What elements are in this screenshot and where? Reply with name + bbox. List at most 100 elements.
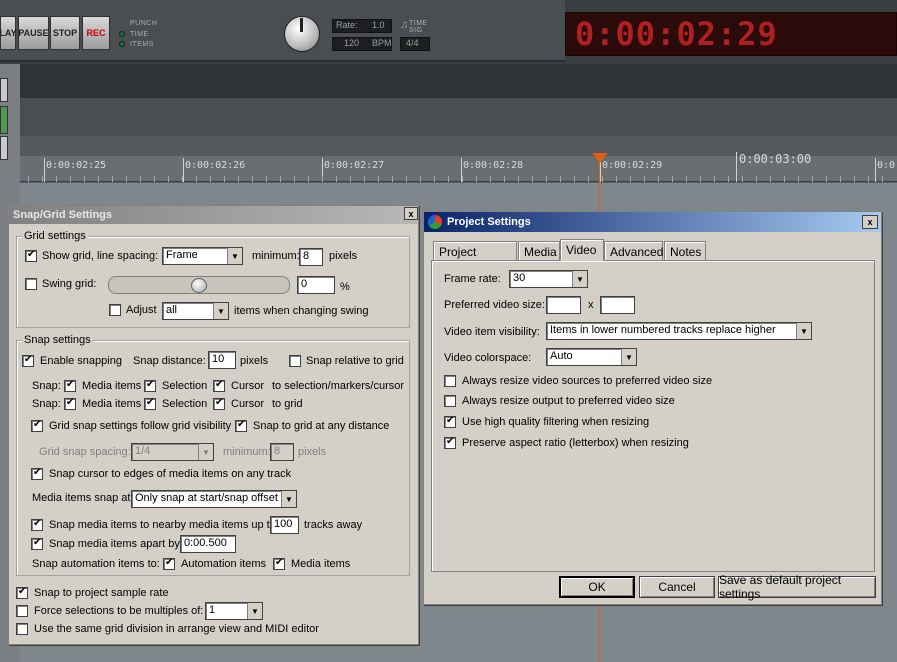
colorspace-value: Auto — [550, 350, 573, 362]
follow-visibility-checkbox[interactable] — [31, 419, 43, 432]
snap-media-grid-checkbox[interactable] — [64, 397, 76, 410]
resize-sources-checkbox[interactable] — [444, 375, 456, 387]
tab-project-settings[interactable]: Project Settings — [433, 241, 517, 273]
grid-snap-spacing-select[interactable]: 1/4 ▼ — [131, 443, 214, 461]
to-markers-label: to selection/markers/cursor — [272, 380, 405, 392]
ruler-minor-tick — [28, 176, 29, 182]
snap-cursor-edges-checkbox[interactable] — [31, 467, 43, 480]
project-dialog-close-button[interactable]: x — [862, 215, 878, 229]
cursor-label: Cursor — [231, 398, 265, 410]
force-multiples-value: 1 — [209, 604, 216, 616]
same-grid-checkbox[interactable] — [16, 623, 28, 635]
colorspace-select[interactable]: Auto ▼ — [546, 348, 637, 366]
snap-cursor-grid-checkbox[interactable] — [213, 397, 225, 410]
edit-cursor-marker[interactable] — [592, 153, 608, 163]
chevron-down-icon: ▼ — [621, 349, 636, 365]
media-snap-at-select[interactable]: Only snap at start/snap offset ▼ — [131, 490, 297, 508]
tab-media[interactable]: Media — [518, 241, 560, 261]
snap-dialog-titlebar[interactable]: Snap/Grid Settings — [9, 206, 418, 224]
chevron-down-icon: ▼ — [213, 303, 228, 319]
metronome-icon[interactable]: ♫ — [400, 19, 408, 31]
snap-selection-grid-checkbox[interactable] — [144, 397, 156, 410]
ruler-minor-tick — [364, 176, 365, 182]
snap-selection-markers-checkbox[interactable] — [144, 379, 156, 392]
adjust-checkbox[interactable] — [109, 304, 121, 316]
force-multiples-select[interactable]: 1 ▼ — [205, 602, 263, 620]
grid-snap-minimum-input[interactable]: 8 — [270, 443, 294, 461]
snap-media-markers-checkbox[interactable] — [64, 379, 76, 392]
colorspace-label: Video colorspace: — [444, 352, 532, 364]
grid-minimum-input[interactable]: 8 — [299, 248, 323, 266]
cancel-button[interactable]: Cancel — [639, 576, 715, 598]
video-width-input[interactable] — [546, 296, 581, 314]
selection-label: Selection — [162, 380, 208, 392]
snap-apart-input[interactable]: 0:00.500 — [180, 535, 236, 553]
snap-distance-input[interactable]: 10 — [208, 351, 236, 369]
show-grid-checkbox[interactable] — [25, 249, 37, 262]
ruler-tick — [44, 158, 45, 182]
nearby-tracks-input[interactable]: 100 — [270, 516, 299, 534]
ruler-minor-tick — [798, 176, 799, 182]
preserve-aspect-checkbox[interactable] — [444, 436, 456, 449]
snap-cursor-markers-checkbox[interactable] — [213, 379, 225, 392]
automation-media-checkbox[interactable] — [273, 557, 285, 570]
tab-video[interactable]: Video — [560, 239, 604, 261]
ruler-minor-tick — [476, 176, 477, 182]
snap-distance-units: pixels — [240, 355, 269, 367]
snap-settings-label: Snap settings — [22, 334, 93, 346]
resize-output-checkbox[interactable] — [444, 395, 456, 407]
snap-dialog-close-button[interactable]: x — [404, 207, 418, 220]
time-label: TIME — [130, 31, 149, 38]
adjust-select[interactable]: all ▼ — [162, 302, 229, 320]
swing-grid-label: Swing grid: — [42, 278, 97, 290]
frame-rate-value: 30 — [513, 272, 526, 284]
snap-apart-checkbox[interactable] — [31, 537, 43, 550]
enable-snapping-label: Enable snapping — [40, 355, 122, 367]
ruler-label: 0:00:02:27 — [324, 160, 385, 171]
ruler-minor-tick — [112, 176, 113, 182]
ruler-tick — [875, 158, 876, 182]
automation-items-checkbox[interactable] — [163, 557, 175, 570]
ruler-minor-tick — [308, 176, 309, 182]
media-snap-at-value: Only snap at start/snap offset — [135, 492, 278, 504]
toolbar-button[interactable] — [0, 78, 8, 102]
frame-rate-select[interactable]: 30 ▼ — [509, 270, 588, 288]
items-led[interactable] — [119, 41, 125, 47]
ruler-minor-tick — [322, 176, 323, 182]
grid-snap-spacing-label: Grid snap spacing: — [39, 446, 131, 458]
snap-any-distance-checkbox[interactable] — [235, 419, 247, 432]
swing-value-input[interactable]: 0 — [297, 276, 335, 294]
tab-notes[interactable]: Notes — [664, 241, 706, 261]
tab-advanced[interactable]: Advanced — [604, 241, 663, 261]
time-led[interactable] — [119, 31, 125, 37]
ok-button[interactable]: OK — [559, 576, 635, 598]
visibility-select[interactable]: Items in lower numbered tracks replace h… — [546, 322, 812, 340]
stop-button[interactable]: STOP — [50, 16, 80, 50]
snap-relative-checkbox[interactable] — [289, 355, 301, 367]
record-button[interactable]: REC — [82, 16, 110, 50]
toolbar-toggle-button[interactable] — [0, 106, 8, 134]
swing-slider-thumb[interactable] — [191, 278, 207, 293]
high-quality-checkbox[interactable] — [444, 415, 456, 428]
snap-apart-label: Snap media items apart by: — [49, 538, 183, 550]
ruler-minor-tick — [644, 176, 645, 182]
enable-snapping-checkbox[interactable] — [22, 354, 34, 367]
snap-dialog-title: Snap/Grid Settings — [13, 209, 113, 221]
media-items-label: Media items — [82, 380, 142, 392]
save-default-button[interactable]: Save as default project settings — [718, 573, 876, 601]
force-multiples-checkbox[interactable] — [16, 605, 28, 617]
ruler-label: 0:00:02:26 — [185, 160, 246, 171]
percent-label: % — [340, 281, 350, 293]
sample-rate-checkbox[interactable] — [16, 586, 28, 599]
video-height-input[interactable] — [600, 296, 635, 314]
play-button[interactable]: LAY — [0, 16, 17, 50]
snap-nearby-checkbox[interactable] — [31, 518, 43, 531]
project-dialog-titlebar[interactable]: Project Settings — [424, 212, 881, 232]
time-clock: 0:00:02:29 — [575, 15, 778, 53]
swing-grid-checkbox[interactable] — [25, 278, 37, 290]
line-spacing-select[interactable]: Frame ▼ — [162, 247, 243, 265]
force-multiples-label: Force selections to be multiples of: — [34, 605, 204, 617]
visibility-label: Video item visibility: — [444, 326, 540, 338]
pause-button[interactable]: PAUSE — [18, 16, 49, 50]
toolbar-button[interactable] — [0, 136, 8, 160]
